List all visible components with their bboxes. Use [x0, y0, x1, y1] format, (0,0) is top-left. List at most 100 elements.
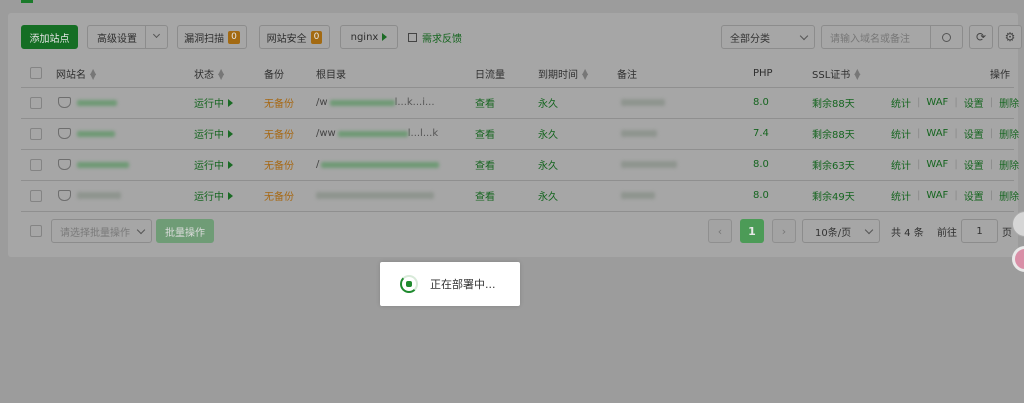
batch-action-select[interactable]: 请选择批量操作 [51, 219, 152, 243]
settings-link[interactable]: 设置 [964, 157, 984, 172]
select-all-checkbox[interactable] [30, 67, 42, 79]
total-count: 共 4 条 [891, 227, 924, 239]
row-checkbox[interactable] [30, 190, 42, 202]
delete-link[interactable]: 删除 [999, 95, 1019, 110]
col-ssl[interactable]: SSL证书 ▲ ▼ [812, 59, 860, 88]
waf-link[interactable]: WAF [926, 97, 948, 108]
delete-link[interactable]: 删除 [999, 157, 1019, 172]
delete-link[interactable]: 删除 [999, 126, 1019, 141]
status-running[interactable]: 运行中 [194, 119, 233, 148]
root-dir[interactable]: / [316, 150, 440, 179]
prev-page-button[interactable]: ‹ [708, 219, 732, 243]
stats-link[interactable]: 统计 [891, 95, 911, 110]
status-running[interactable]: 运行中 [194, 150, 233, 179]
expire-date[interactable]: 永久 [538, 88, 558, 117]
note[interactable] [621, 150, 677, 179]
add-site-button[interactable]: 添加站点 [21, 25, 78, 49]
feedback-link[interactable]: 需求反馈 [408, 25, 462, 49]
refresh-button[interactable]: ⟳ [969, 25, 993, 49]
waf-link[interactable]: WAF [926, 190, 948, 201]
row-actions: 统计 | WAF | 设置 | 删除 [891, 126, 1020, 141]
col-actions: 操作 [990, 70, 1010, 81]
note[interactable] [621, 88, 665, 117]
php-version[interactable]: 8.0 [753, 150, 769, 179]
row-checkbox[interactable] [30, 159, 42, 171]
goto-page-input[interactable]: 1 [961, 219, 998, 243]
backup-status[interactable]: 无备份 [264, 150, 294, 179]
php-version[interactable]: 8.0 [753, 181, 769, 210]
col-expire[interactable]: 到期时间 ▲ ▼ [538, 59, 588, 88]
backup-status[interactable]: 无备份 [264, 181, 294, 210]
expire-date[interactable]: 永久 [538, 119, 558, 148]
php-version[interactable]: 7.4 [753, 119, 769, 148]
advanced-settings-button[interactable]: 高级设置 [87, 25, 168, 49]
vuln-scan-button[interactable]: 漏洞扫描 0 [177, 25, 247, 49]
traffic-view-link[interactable]: 查看 [475, 181, 495, 210]
col-note: 备注 [617, 70, 637, 81]
category-select[interactable]: 全部分类 [721, 25, 815, 49]
delete-link[interactable]: 删除 [999, 188, 1019, 203]
site-security-button[interactable]: 网站安全 0 [259, 25, 330, 49]
page-1-button[interactable]: 1 [740, 219, 764, 243]
stats-link[interactable]: 统计 [891, 157, 911, 172]
play-icon [228, 129, 233, 138]
status-running[interactable]: 运行中 [194, 181, 233, 210]
backup-status[interactable]: 无备份 [264, 119, 294, 148]
loading-spinner-icon [400, 275, 418, 293]
settings-link[interactable]: 设置 [964, 188, 984, 203]
row-actions: 统计 | WAF | 设置 | 删除 [891, 95, 1020, 110]
site-name[interactable] [58, 119, 115, 148]
site-name[interactable] [58, 181, 121, 210]
ssl-status[interactable]: 剩余88天 [812, 119, 855, 148]
col-php: PHP [753, 68, 773, 79]
settings-link[interactable]: 设置 [964, 95, 984, 110]
search-icon [942, 32, 951, 42]
footer-select-all-checkbox[interactable] [30, 225, 42, 237]
col-status[interactable]: 状态 ▲ ▼ [194, 59, 224, 88]
sort-icon: ▲ ▼ [854, 66, 861, 81]
ssl-status[interactable]: 剩余49天 [812, 181, 855, 210]
expire-date[interactable]: 永久 [538, 181, 558, 210]
search-button[interactable] [930, 25, 963, 49]
row-actions: 统计 | WAF | 设置 | 删除 [891, 157, 1020, 172]
table-row: 运行中 无备份 /ww l...l...k 查看 永久 7.4 剩余88天 统计 |… [21, 119, 1019, 150]
traffic-view-link[interactable]: 查看 [475, 88, 495, 117]
sort-icon: ▲ ▼ [218, 66, 225, 81]
chevron-down-icon [864, 225, 874, 235]
root-dir[interactable]: /w l...k...i... [316, 88, 435, 117]
waf-link[interactable]: WAF [926, 128, 948, 139]
settings-button[interactable]: ⚙ [998, 25, 1022, 49]
top-tab-bar [0, 0, 1024, 8]
security-count-badge: 0 [310, 30, 323, 44]
root-dir[interactable] [316, 181, 434, 210]
col-name[interactable]: 网站名 ▲ ▼ [56, 59, 96, 88]
traffic-view-link[interactable]: 查看 [475, 150, 495, 179]
row-checkbox[interactable] [30, 97, 42, 109]
stats-link[interactable]: 统计 [891, 126, 911, 141]
waf-link[interactable]: WAF [926, 159, 948, 170]
page-size-select[interactable]: 10条/页 [802, 219, 880, 243]
backup-status[interactable]: 无备份 [264, 88, 294, 117]
chevron-right-icon: › [781, 224, 787, 238]
ssl-status[interactable]: 剩余63天 [812, 150, 855, 179]
root-dir[interactable]: /ww l...l...k [316, 119, 438, 148]
nginx-button[interactable]: nginx [340, 25, 398, 49]
settings-link[interactable]: 设置 [964, 126, 984, 141]
traffic-view-link[interactable]: 查看 [475, 119, 495, 148]
search-input[interactable]: 请输入域名或备注 [821, 25, 931, 49]
batch-action-button[interactable]: 批量操作 [156, 219, 214, 243]
row-checkbox[interactable] [30, 128, 42, 140]
status-running[interactable]: 运行中 [194, 88, 233, 117]
ssl-status[interactable]: 剩余88天 [812, 88, 855, 117]
chevron-down-icon[interactable] [152, 30, 161, 39]
note[interactable] [621, 119, 657, 148]
site-name[interactable] [58, 88, 117, 117]
expire-date[interactable]: 永久 [538, 150, 558, 179]
stats-link[interactable]: 统计 [891, 188, 911, 203]
note[interactable] [621, 181, 655, 210]
next-page-button[interactable]: › [772, 219, 796, 243]
shield-icon [58, 190, 71, 201]
site-name[interactable] [58, 150, 129, 179]
vuln-count-badge: 0 [228, 30, 240, 44]
php-version[interactable]: 8.0 [753, 88, 769, 117]
